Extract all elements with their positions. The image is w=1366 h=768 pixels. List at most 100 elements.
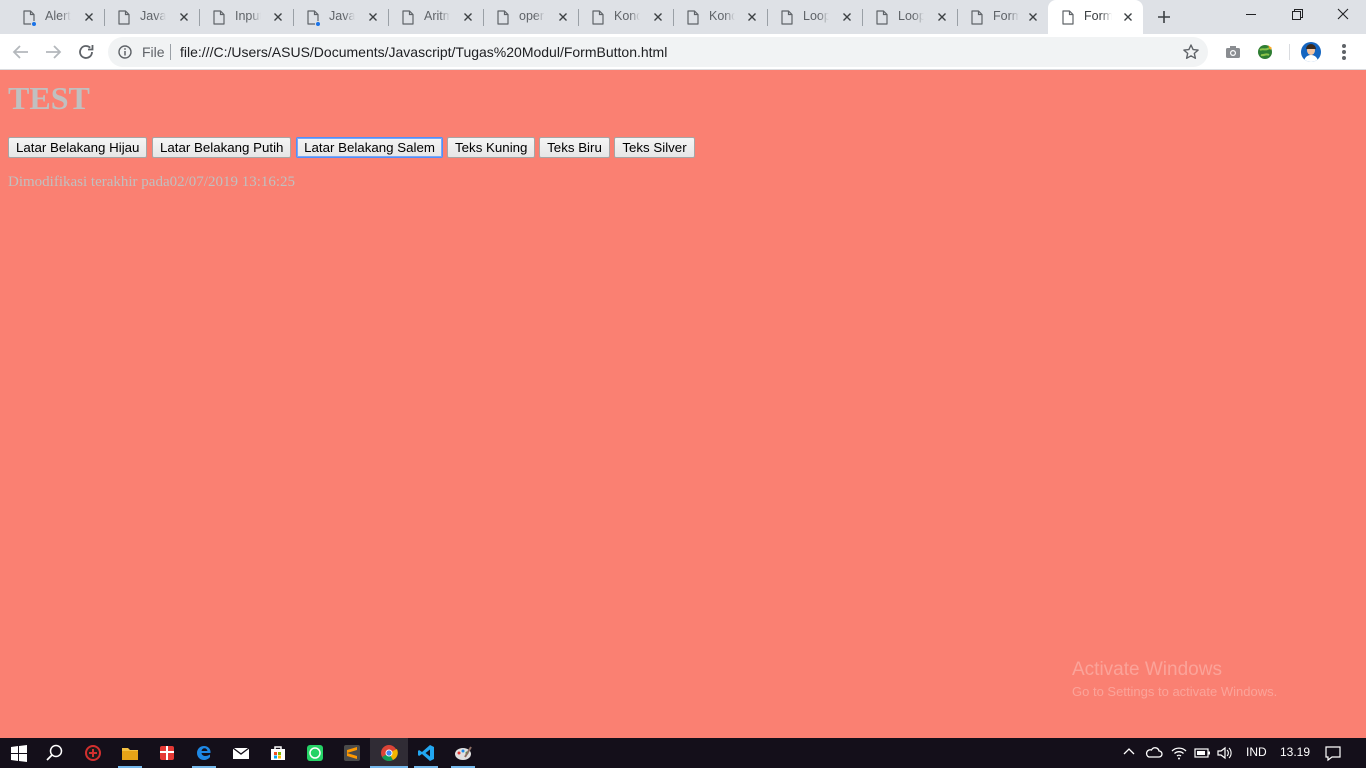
page-favicon-icon	[876, 10, 888, 25]
paint-app-icon[interactable]	[453, 743, 473, 763]
action-center-icon[interactable]	[1324, 744, 1342, 762]
restore-button[interactable]	[1274, 0, 1320, 30]
page-body: TEST Latar Belakang Hijau Latar Belakang…	[0, 70, 1366, 738]
tab[interactable]: Aritmatika	[388, 0, 484, 34]
yellow-text-button[interactable]: Teks Kuning	[447, 137, 535, 158]
forward-button[interactable]	[41, 40, 65, 64]
tab-close-icon[interactable]	[461, 10, 475, 24]
salmon-background-button[interactable]: Latar Belakang Salem	[296, 137, 443, 158]
file-explorer-icon[interactable]	[120, 743, 140, 763]
green-background-button[interactable]: Latar Belakang Hijau	[8, 137, 147, 158]
battery-icon[interactable]	[1193, 744, 1211, 762]
cloud-sync-icon[interactable]	[1145, 744, 1163, 762]
volume-icon[interactable]	[1216, 744, 1234, 762]
show-hidden-icons-chevron-icon[interactable]	[1121, 744, 1137, 760]
new-tab-button[interactable]	[1153, 6, 1175, 28]
tab-title: Kondisi	[709, 9, 735, 23]
tab[interactable]: JavaScript	[293, 0, 389, 34]
tab-title: JavaScript	[329, 9, 355, 23]
activate-windows-watermark: Activate Windows Go to Settings to activ…	[1072, 659, 1277, 699]
tab-title: Form	[993, 9, 1019, 23]
tab[interactable]: Kondisi	[673, 0, 768, 34]
tab-title: operator	[519, 9, 545, 23]
mail-icon[interactable]	[231, 743, 251, 763]
silver-text-button[interactable]: Teks Silver	[614, 137, 695, 158]
extension-globe-icon[interactable]	[1254, 41, 1276, 63]
tab[interactable]: JavaScript	[104, 0, 200, 34]
toolbar-divider	[1289, 44, 1290, 60]
tab[interactable]: Looping	[862, 0, 958, 34]
minimize-button[interactable]	[1228, 0, 1274, 30]
tab[interactable]: Kondisi	[578, 0, 674, 34]
windows-start-icon[interactable]	[9, 743, 29, 763]
back-button[interactable]	[9, 40, 33, 64]
camera-icon[interactable]	[1222, 41, 1244, 63]
tab-title: Alert Box	[45, 9, 71, 23]
tab-title: Kondisi	[614, 9, 640, 23]
bookmark-star-icon[interactable]	[1182, 43, 1200, 61]
whatsapp-icon[interactable]	[305, 743, 325, 763]
tab-close-icon[interactable]	[271, 10, 285, 24]
taskbar: IND 13.19	[0, 738, 1366, 768]
store-icon[interactable]	[268, 743, 288, 763]
input-language-indicator[interactable]: IND	[1246, 745, 1267, 759]
white-background-button[interactable]: Latar Belakang Putih	[152, 137, 291, 158]
page-favicon-icon	[687, 10, 699, 25]
page-favicon-icon	[213, 10, 225, 25]
tab-title: Aritmatika	[424, 9, 450, 23]
page-heading: TEST	[8, 80, 90, 116]
page-favicon-icon	[781, 10, 793, 25]
tab[interactable]: operator	[483, 0, 579, 34]
tab[interactable]: Input Data	[199, 0, 294, 34]
info-icon[interactable]	[118, 45, 132, 59]
tab-active[interactable]: Form	[1048, 0, 1143, 34]
reload-button[interactable]	[74, 40, 98, 64]
tab-title: JavaScript	[140, 9, 166, 23]
tab[interactable]: Alert Box	[9, 0, 105, 34]
tab-title: Form	[1084, 9, 1112, 23]
tab-close-icon[interactable]	[651, 10, 665, 24]
tab-close-icon[interactable]	[1026, 10, 1040, 24]
scheme-label: File	[142, 44, 165, 60]
tab-close-icon[interactable]	[366, 10, 380, 24]
tab-attention-dot	[31, 21, 37, 27]
page-favicon-icon	[402, 10, 414, 25]
tab[interactable]: Form	[957, 0, 1048, 34]
tab-attention-dot	[315, 21, 321, 27]
page-favicon-icon	[971, 10, 983, 25]
watermark-subtitle: Go to Settings to activate Windows.	[1072, 684, 1278, 699]
vscode-icon[interactable]	[416, 743, 436, 763]
url-text[interactable]: file:///C:/Users/ASUS/Documents/Javascri…	[180, 44, 667, 60]
taskbar-clock[interactable]: 13.19	[1280, 745, 1310, 759]
page-favicon-icon	[592, 10, 604, 25]
sublime-text-icon[interactable]	[342, 743, 362, 763]
tab[interactable]: Looping	[767, 0, 863, 34]
wifi-icon[interactable]	[1170, 744, 1188, 762]
last-modified-text: Dimodifikasi terakhir pada02/07/2019 13:…	[8, 174, 296, 190]
address-divider	[170, 44, 171, 60]
browser-toolbar: File file:///C:/Users/ASUS/Documents/Jav…	[0, 34, 1366, 70]
address-bar[interactable]: File file:///C:/Users/ASUS/Documents/Jav…	[108, 37, 1208, 67]
tab-close-icon[interactable]	[177, 10, 191, 24]
tab-close-icon[interactable]	[745, 10, 759, 24]
page-favicon-icon	[1062, 10, 1074, 25]
close-window-button[interactable]	[1320, 0, 1366, 30]
game-app-icon[interactable]	[83, 743, 103, 763]
tab-title: Looping	[803, 9, 829, 23]
search-icon[interactable]	[45, 743, 65, 763]
tab-title: Looping	[898, 9, 924, 23]
blue-text-button[interactable]: Teks Biru	[539, 137, 610, 158]
tab-close-icon[interactable]	[556, 10, 570, 24]
watermark-title: Activate Windows	[1072, 659, 1222, 680]
page-favicon-icon	[118, 10, 130, 25]
edge-browser-icon[interactable]	[194, 743, 214, 763]
tab-close-icon[interactable]	[840, 10, 854, 24]
chrome-taskbar-button[interactable]	[370, 738, 408, 768]
gift-app-icon[interactable]	[157, 743, 177, 763]
tab-close-icon[interactable]	[935, 10, 949, 24]
more-options-icon[interactable]	[1336, 42, 1352, 62]
page-favicon-icon	[497, 10, 509, 25]
profile-avatar[interactable]	[1301, 42, 1321, 62]
tab-close-icon[interactable]	[82, 10, 96, 24]
tab-close-icon[interactable]	[1121, 10, 1135, 24]
